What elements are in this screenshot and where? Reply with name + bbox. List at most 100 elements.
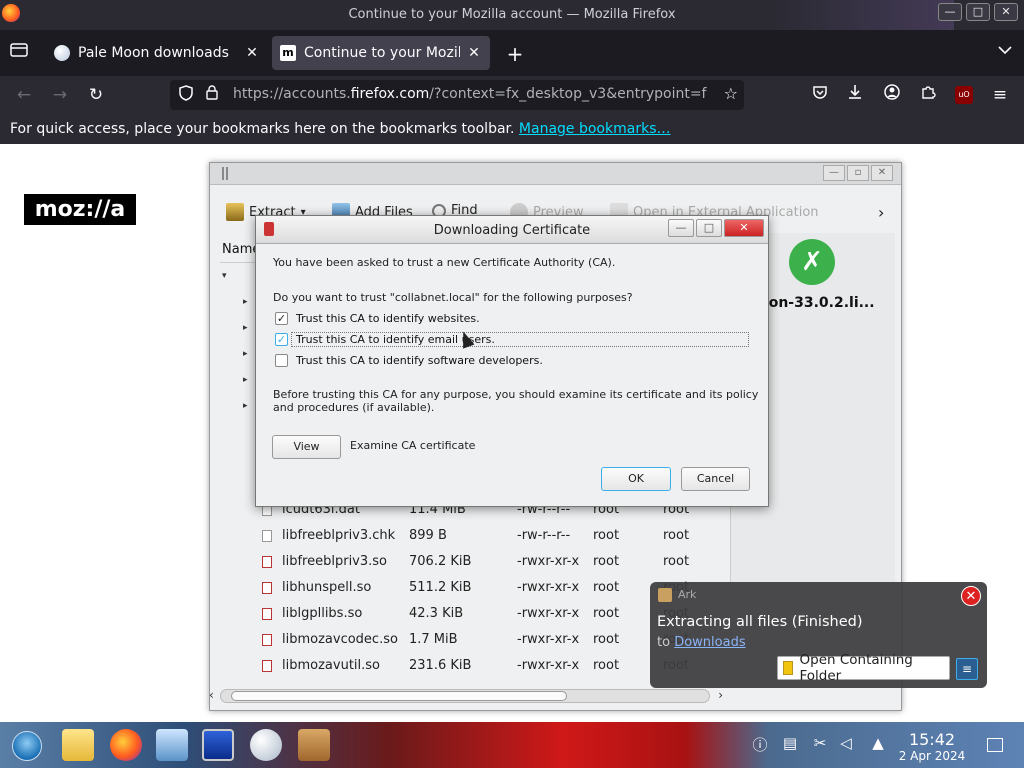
manage-bookmarks-link[interactable]: Manage bookmarks… [519, 121, 671, 137]
tray-expand-icon[interactable]: ▲ [868, 734, 888, 752]
bookmarks-toolbar: For quick access, place your bookmarks h… [0, 114, 1024, 144]
back-arrow-icon[interactable]: ← [12, 84, 36, 106]
ark-titlebar[interactable]: — ▫ ✕ [210, 163, 901, 185]
bookmark-star-icon[interactable]: ☆ [724, 84, 738, 103]
firefox-view-button[interactable] [8, 42, 30, 64]
expand-arrow-icon[interactable]: ▸ [243, 297, 248, 307]
downloads-folder-link[interactable]: Downloads [674, 635, 745, 650]
extensions-puzzle-icon[interactable] [916, 84, 940, 106]
pale-moon-taskbar-icon[interactable] [250, 729, 282, 761]
examine-ca-label: Examine CA certificate [350, 439, 476, 452]
expand-arrow-icon[interactable]: ▸ [243, 375, 248, 385]
url-text[interactable]: https://accounts.firefox.com/?context=fx… [233, 86, 711, 102]
ok-button[interactable]: OK [601, 467, 671, 491]
close-tab-icon[interactable]: ✕ [244, 45, 260, 61]
table-row[interactable]: libhunspell.so511.2 KiB-rwxr-xr-xrootroo… [245, 575, 705, 601]
show-desktop-icon[interactable] [987, 738, 1003, 752]
view-certificate-button[interactable]: View [272, 435, 341, 459]
hamburger-menu-icon[interactable]: ≡ [988, 84, 1012, 106]
downloads-icon[interactable] [843, 84, 867, 106]
dialog-minimize-button[interactable]: — [668, 219, 694, 237]
folder-icon [783, 661, 793, 675]
dialog-advice-line1: Before trusting this CA for any purpose,… [273, 388, 759, 401]
notification-close-button[interactable]: ✕ [961, 586, 981, 606]
volume-icon[interactable]: ◁ [836, 734, 856, 752]
pale-moon-favicon-icon [54, 45, 70, 61]
close-window-button[interactable]: ✕ [994, 3, 1018, 21]
trust-websites-checkbox[interactable]: ✓ [275, 311, 288, 325]
dialog-advice-line2: and procedures (if available). [273, 401, 435, 414]
horizontal-scrollbar[interactable]: ‹ › [209, 688, 723, 703]
list-all-tabs-chevron-icon[interactable] [998, 43, 1012, 59]
tracking-protection-shield-icon[interactable] [179, 85, 193, 105]
dialog-maximize-button[interactable]: □ [696, 219, 722, 237]
scissors-icon[interactable]: ✂ [810, 734, 830, 752]
expand-arrow-icon[interactable]: ▸ [243, 349, 248, 359]
notification-body: to Downloads [657, 635, 746, 650]
system-info-icon[interactable] [156, 729, 188, 761]
ark-app-icon [658, 588, 672, 602]
maximize-button[interactable]: □ [966, 3, 990, 21]
firefox-taskbar-icon[interactable] [110, 729, 142, 761]
window-grip-icon [222, 167, 228, 180]
trust-software-checkbox[interactable] [275, 353, 288, 367]
clock[interactable]: 15:42 2 Apr 2024 [896, 732, 968, 764]
tab-mozilla-account[interactable]: m Continue to your Mozilla account ✕ [272, 36, 490, 70]
ark-minimize-button[interactable]: — [823, 165, 845, 181]
trust-software-option[interactable]: Trust this CA to identify software devel… [275, 352, 543, 368]
clipboard-icon[interactable]: ▤ [780, 734, 800, 752]
file-icon [262, 530, 272, 542]
trust-websites-option[interactable]: ✓ Trust this CA to identify websites. [275, 310, 480, 326]
scroll-right-icon[interactable]: › [718, 688, 723, 702]
executable-file-icon [262, 608, 272, 620]
cancel-button[interactable]: Cancel [681, 467, 750, 491]
new-tab-button[interactable]: + [504, 42, 526, 66]
expand-arrow-icon[interactable]: ▸ [243, 323, 248, 333]
lock-icon[interactable] [206, 85, 218, 104]
dialog-close-button[interactable]: ✕ [724, 219, 764, 237]
account-icon[interactable] [880, 84, 904, 106]
ublock-origin-icon[interactable]: uO [955, 86, 973, 104]
executable-file-icon [262, 634, 272, 646]
file-manager-icon[interactable] [62, 729, 94, 761]
table-row[interactable]: libfreeblpriv3.so 706.2 KiB -rwxr-xr-x root… [245, 549, 705, 575]
toolbar-more-chevron-icon[interactable]: › [878, 203, 884, 222]
executable-file-icon [262, 556, 272, 568]
notification-heading: Extracting all files (Finished) [657, 614, 863, 630]
info-icon[interactable]: ⓘ [750, 734, 770, 755]
tools-wrench-icon: ✗ [789, 239, 835, 285]
scrollbar-thumb[interactable] [231, 691, 567, 701]
monitor-icon[interactable] [202, 729, 234, 761]
start-menu-button[interactable] [12, 731, 42, 761]
notification-menu-icon[interactable]: ≡ [956, 658, 978, 680]
tab-pale-moon-downloads[interactable]: Pale Moon downloads ✕ [46, 36, 268, 70]
close-tab-icon[interactable]: ✕ [466, 45, 482, 61]
pocket-icon[interactable] [808, 84, 832, 106]
firefox-view-icon [10, 43, 28, 57]
table-row[interactable]: libmozavcodec.so1.7 MiB-rwxr-xr-xrootroo… [245, 627, 705, 653]
ark-close-button[interactable]: ✕ [871, 165, 893, 181]
table-row[interactable]: libfreeblpriv3.chk 899 B -rw-r--r-- root roo… [245, 523, 705, 549]
firefox-titlebar: Continue to your Mozilla account — Mozil… [0, 0, 1024, 30]
bookmarks-hint-text: For quick access, place your bookmarks h… [10, 121, 515, 137]
expand-arrow-icon[interactable]: ▸ [243, 401, 248, 411]
open-containing-folder-button[interactable]: Open Containing Folder [777, 652, 950, 684]
url-bar[interactable]: https://accounts.firefox.com/?context=fx… [170, 80, 744, 110]
forward-arrow-icon[interactable]: → [48, 84, 72, 106]
reload-icon[interactable]: ↻ [84, 84, 108, 106]
table-row[interactable]: liblgpllibs.so42.3 KiB-rwxr-xr-xrootroot [245, 601, 705, 627]
ark-taskbar-icon[interactable] [298, 729, 330, 761]
tab-label: Pale Moon downloads [78, 45, 229, 61]
window-title: Continue to your Mozilla account — Mozil… [348, 7, 676, 22]
expand-arrow-icon[interactable]: ▾ [222, 271, 227, 281]
archive-file-list: icudt63l.dat 11.4 MiB -rw-r--r-- root root l… [245, 497, 705, 679]
minimize-button[interactable]: — [938, 3, 962, 21]
scroll-left-icon[interactable]: ‹ [209, 688, 214, 702]
table-row[interactable]: libmozavutil.so231.6 KiB-rwxr-xr-xrootro… [245, 653, 705, 679]
dialog-titlebar[interactable]: Downloading Certificate — □ ✕ [256, 216, 768, 244]
downloading-certificate-dialog: Downloading Certificate — □ ✕ You have b… [255, 215, 769, 507]
clock-date: 2 Apr 2024 [898, 749, 966, 763]
clock-time: 15:42 [908, 730, 956, 749]
ark-maximize-button[interactable]: ▫ [847, 165, 869, 181]
trust-email-checkbox[interactable]: ✓ [275, 332, 288, 346]
